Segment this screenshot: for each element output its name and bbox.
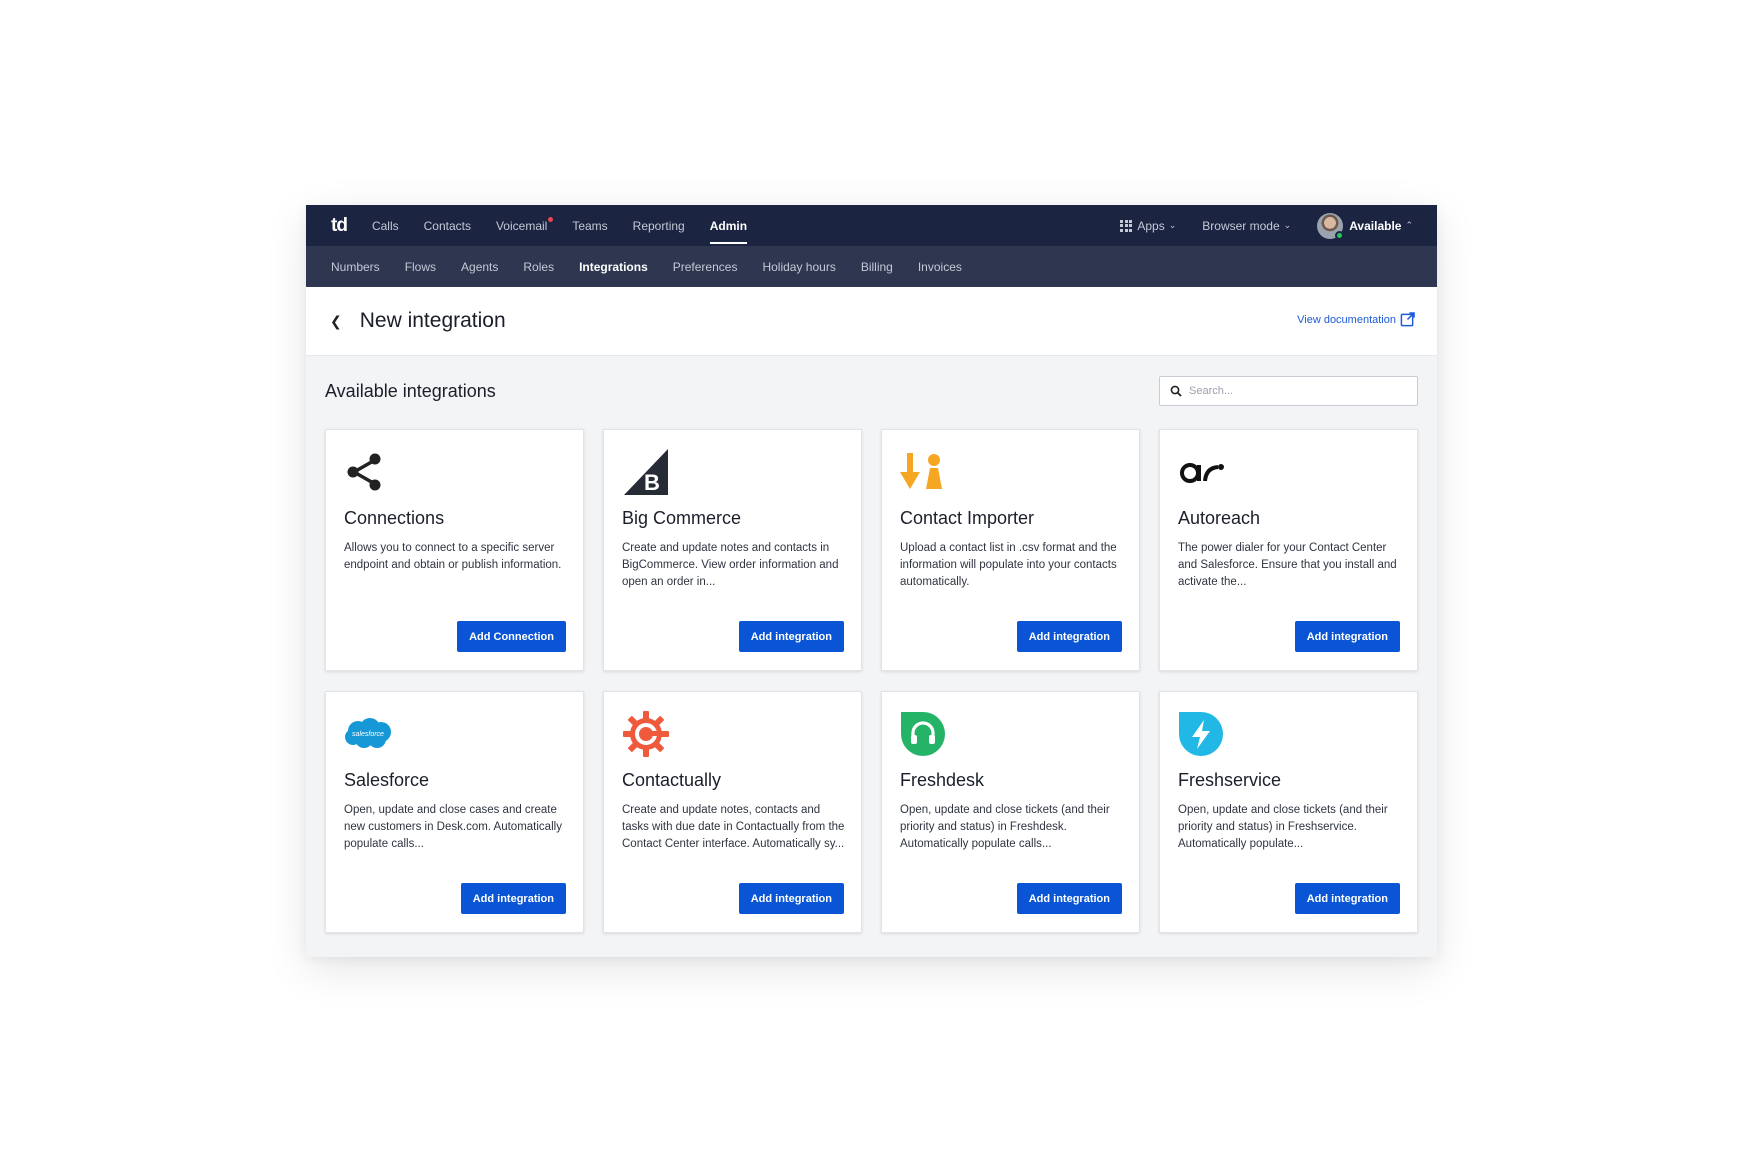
add-integration-button[interactable]: Add integration [738,621,844,652]
subnav-roles[interactable]: Roles [523,260,554,274]
online-status-dot [1335,230,1345,240]
salesforce-logo-text: salesforce [352,731,384,738]
card-description: The power dialer for your Contact Center… [1178,542,1397,588]
top-navigation: td Calls Contacts Voicemail Teams Report… [306,205,1437,246]
card-title: Contactually [622,770,722,790]
integration-card-autoreach: Autoreach The power dialer for your Cont… [1159,429,1418,671]
add-integration-button[interactable]: Add integration [1016,621,1122,652]
back-arrow-icon[interactable]: ❮ [330,313,342,330]
apps-label: Apps [1137,218,1165,233]
card-title: Autoreach [1178,508,1261,528]
integration-card-salesforce: salesforce Salesforce Open, update and c… [325,691,584,933]
status-menu[interactable]: Available ⌃ [1317,212,1413,240]
add-integration-button[interactable]: Add integration [738,883,844,914]
bigcommerce-logo: B [622,449,843,495]
card-title: Contact Importer [900,508,1035,528]
card-description: Open, update and close tickets (and thei… [900,804,1110,850]
section-header: Available integrations [306,356,1437,429]
admin-subnavigation: Numbers Flows Agents Roles Integrations … [306,246,1437,287]
nav-admin[interactable]: Admin [709,205,748,246]
card-description: Allows you to connect to a specific serv… [344,542,562,571]
integrations-grid: Connections Allows you to connect to a s… [325,429,1418,933]
integration-card-contact-importer: Contact Importer Upload a contact list i… [881,429,1140,671]
status-label: Available [1349,218,1402,233]
topnav-right-group: Apps ⌄ Browser mode ⌄ Available ⌃ [1094,205,1413,246]
nav-teams[interactable]: Teams [572,205,607,246]
contact-importer-icon [900,449,1121,495]
nav-voicemail-label: Voicemail [495,218,548,233]
nav-reporting[interactable]: Reporting [633,205,685,246]
integration-card-freshdesk: Freshdesk Open, update and close tickets… [881,691,1140,933]
talkdesk-logo[interactable]: td [331,215,348,237]
search-box[interactable] [1159,376,1418,406]
nav-voicemail[interactable]: Voicemail [495,205,554,246]
add-integration-button[interactable]: Add integration [1016,883,1122,914]
notification-dot [548,217,554,222]
subnav-holiday-hours[interactable]: Holiday hours [762,260,835,274]
subnav-invoices[interactable]: Invoices [918,260,962,274]
integration-card-freshservice: Freshservice Open, update and close tick… [1159,691,1418,933]
nav-calls[interactable]: Calls [372,205,399,246]
integration-card-contactually: Contactually Create and update notes, co… [603,691,862,933]
svg-text:B: B [644,470,660,495]
subnav-preferences[interactable]: Preferences [673,260,738,274]
subnav-agents[interactable]: Agents [461,260,498,274]
freshdesk-logo [900,711,1121,757]
add-integration-button[interactable]: Add integration [460,883,566,914]
page-header: ❮ New integration View documentation [306,287,1437,356]
apps-menu[interactable]: Apps ⌄ [1120,219,1176,233]
card-description: Create and update notes, contacts and ta… [622,804,845,850]
chevron-down-icon: ⌄ [1283,220,1292,230]
search-input[interactable] [1189,385,1409,397]
add-integration-button[interactable]: Add integration [1294,621,1400,652]
share-icon [344,449,565,495]
avatar [1317,212,1345,240]
page-title: New integration [359,309,506,332]
card-title: Freshservice [1178,770,1282,790]
subnav-numbers[interactable]: Numbers [331,260,380,274]
nav-contacts[interactable]: Contacts [424,205,471,246]
freshservice-logo [1178,711,1399,757]
card-title: Big Commerce [622,508,742,528]
add-integration-button[interactable]: Add integration [1294,883,1400,914]
chevron-up-icon: ⌃ [1405,220,1413,230]
card-description: Open, update and close tickets (and thei… [1178,804,1388,850]
external-link-icon [1400,312,1415,327]
integration-card-big-commerce: B Big Commerce Create and update notes a… [603,429,862,671]
add-connection-button[interactable]: Add Connection [457,621,566,652]
subnav-flows[interactable]: Flows [405,260,436,274]
card-description: Create and update notes and contacts in … [622,542,839,588]
integration-card-connections: Connections Allows you to connect to a s… [325,429,584,671]
autoreach-logo [1178,449,1399,495]
view-documentation-link[interactable]: View documentation [1297,312,1415,327]
subnav-billing[interactable]: Billing [861,260,893,274]
contactually-logo [622,711,843,757]
chevron-down-icon: ⌄ [1168,220,1177,230]
card-title: Freshdesk [900,770,985,790]
browser-mode-label: Browser mode [1202,218,1280,233]
card-title: Salesforce [344,770,430,790]
view-documentation-label: View documentation [1297,313,1396,326]
browser-mode-menu[interactable]: Browser mode ⌄ [1202,219,1291,233]
salesforce-logo: salesforce [344,711,565,757]
subnav-integrations[interactable]: Integrations [579,260,648,274]
card-description: Upload a contact list in .csv format and… [900,542,1117,588]
apps-grid-icon [1120,219,1133,232]
section-title: Available integrations [325,381,496,401]
card-description: Open, update and close cases and create … [344,804,562,850]
card-title: Connections [344,508,445,528]
search-icon [1170,385,1182,397]
